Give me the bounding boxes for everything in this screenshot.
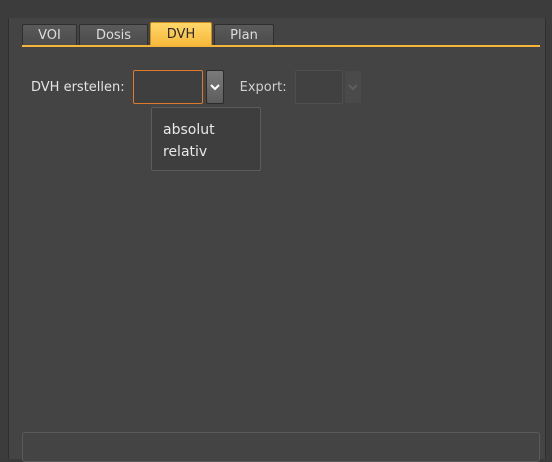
dropdown-option-relativ[interactable]: relativ (152, 141, 260, 163)
tab-voi[interactable]: VOI (22, 24, 77, 45)
export-dropdown-button[interactable] (343, 70, 362, 104)
tab-plan[interactable]: Plan (214, 24, 274, 45)
bottom-panel (22, 432, 540, 462)
tab-plan-label: Plan (230, 27, 258, 43)
window-frame: VOI Dosis DVH Plan DVH erstellen: Export… (0, 0, 552, 462)
tab-bar: VOI Dosis DVH Plan (22, 22, 276, 45)
dropdown-option-absolut[interactable]: absolut (152, 119, 260, 141)
chevron-down-icon (347, 83, 358, 91)
export-label: Export: (239, 79, 287, 95)
export-field[interactable] (294, 70, 343, 104)
tab-dvh-label: DVH (166, 26, 196, 42)
chevron-down-icon (209, 83, 220, 91)
dvh-create-dropdown-list: absolut relativ (151, 107, 261, 171)
export-combobox[interactable] (294, 69, 362, 105)
tab-dvh[interactable]: DVH (150, 22, 212, 45)
tab-underline (22, 45, 540, 47)
dvh-controls-row: DVH erstellen: Export: (31, 69, 362, 105)
tab-dosis[interactable]: Dosis (79, 24, 148, 45)
dvh-create-field[interactable] (132, 70, 203, 104)
tab-dosis-label: Dosis (95, 27, 132, 43)
dvh-create-dropdown-button[interactable] (205, 70, 224, 104)
dvh-create-label: DVH erstellen: (31, 79, 125, 95)
tab-voi-label: VOI (38, 27, 61, 43)
dvh-create-combobox[interactable] (132, 69, 224, 105)
